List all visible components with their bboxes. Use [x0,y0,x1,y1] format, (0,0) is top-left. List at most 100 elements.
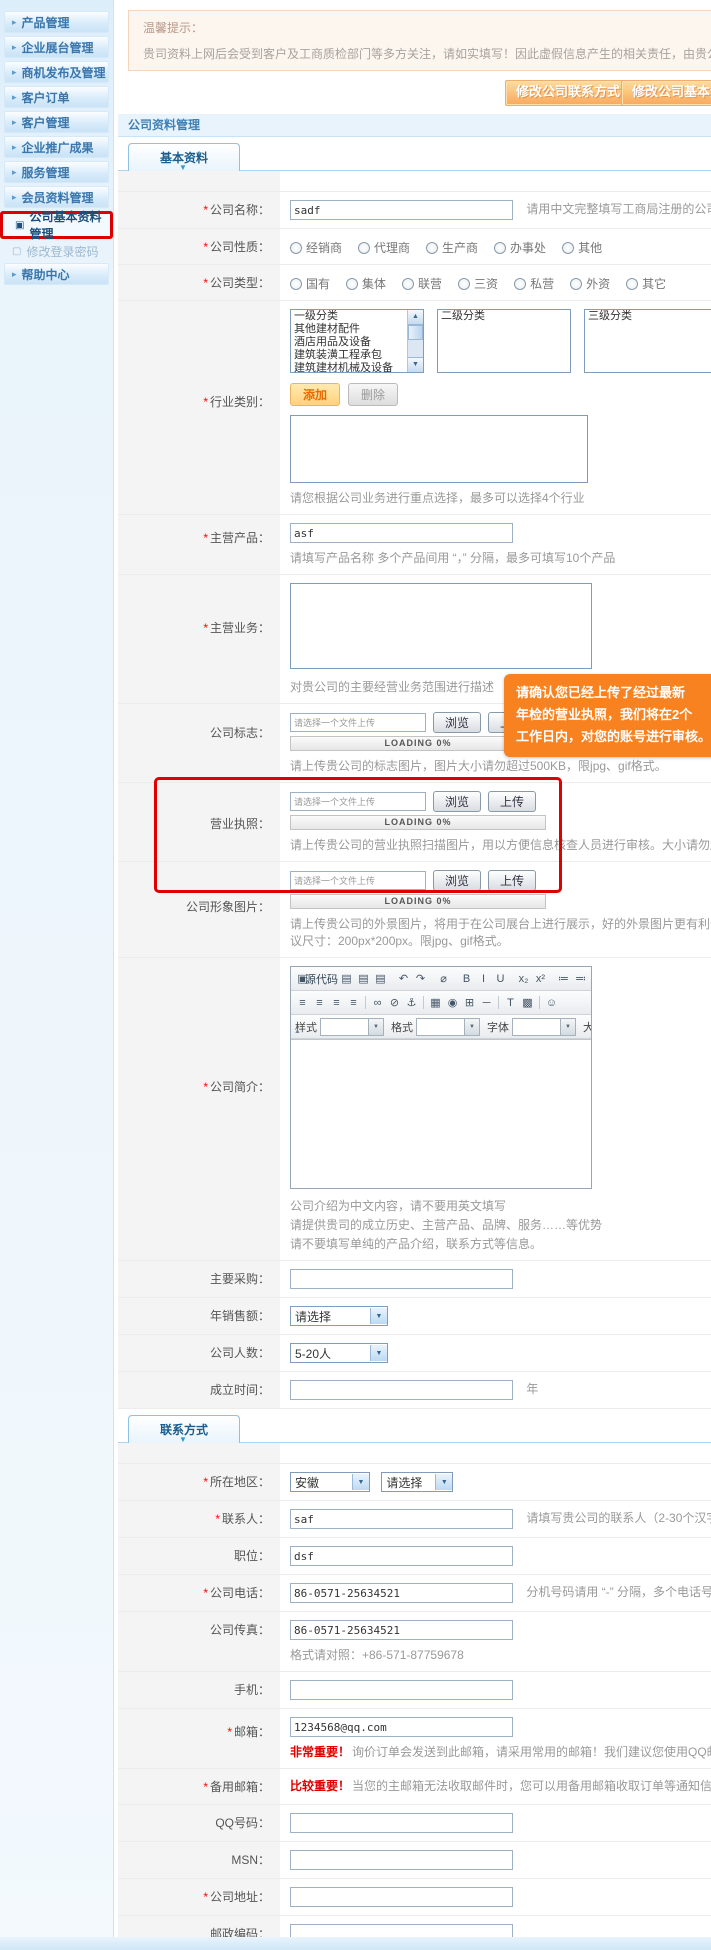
tab-basic-info[interactable]: 基本资料 ▼ [128,143,240,171]
main-products-input[interactable] [290,523,513,543]
paste-text-icon[interactable]: ▤ [373,971,388,987]
sidebar-item[interactable]: ▸商机发布及管理 [4,61,109,83]
company-type-option[interactable]: 其它 [626,275,666,292]
remove-format-icon[interactable]: ⌀ [436,971,451,987]
flash-icon[interactable]: ◉ [445,995,460,1011]
logo-file-input[interactable] [290,713,426,732]
smiley-icon[interactable]: ☺ [544,995,559,1011]
bold-icon[interactable]: B [459,971,474,987]
province-select[interactable]: 安徽▼ [290,1472,370,1492]
edit-contact-button[interactable]: 修改公司联系方式 [505,80,631,106]
numbered-list-icon[interactable]: ≔ [556,971,571,987]
list-option[interactable]: 酒店用品及设备 [291,336,423,349]
license-file-input[interactable] [290,792,426,811]
align-right-icon[interactable]: ≡ [329,995,344,1011]
sidebar-item[interactable]: ▸会员资料管理 [4,186,109,208]
format-select[interactable]: ▼ [416,1018,480,1036]
industry-level2-list[interactable]: 二级分类 [437,309,571,373]
annual-sales-select[interactable]: 请选择▼ [290,1306,388,1326]
logo-browse-button[interactable]: 浏览 [433,712,481,733]
source-label[interactable]: 源代码 [312,971,331,987]
image-file-input[interactable] [290,871,426,890]
redo-icon[interactable]: ↷ [413,971,428,987]
image-upload-button[interactable]: 上传 [488,870,536,891]
bullet-list-icon[interactable]: ≕ [573,971,588,987]
address-input[interactable] [290,1887,513,1907]
subscript-icon[interactable]: x₂ [516,971,531,987]
anchor-icon[interactable]: ⚓ [404,995,419,1011]
align-center-icon[interactable]: ≡ [312,995,327,1011]
table-icon[interactable]: ⊞ [462,995,477,1011]
list-option[interactable]: 其他建材配件 [291,323,423,336]
image-icon[interactable]: ▦ [428,995,443,1011]
background-color-icon[interactable]: ▩ [520,995,535,1011]
list-option[interactable]: 建筑建材机械及设备 [291,362,423,373]
position-input[interactable] [290,1546,513,1566]
main-business-textarea[interactable] [290,583,592,669]
sidebar-item[interactable]: ▸企业推广成果 [4,136,109,158]
text-color-icon[interactable]: T [503,995,518,1011]
company-nature-option[interactable]: 代理商 [358,239,410,256]
toolbar-collapse-icon[interactable]: ▲ [294,1028,301,1035]
link-icon[interactable]: ∞ [370,995,385,1011]
company-nature-option[interactable]: 经销商 [290,239,342,256]
msn-input[interactable] [290,1850,513,1870]
paste-word-icon[interactable]: ▤ [356,971,371,987]
add-button[interactable]: 添加 [290,383,340,406]
sidebar-item[interactable]: ▸帮助中心 [4,263,109,285]
company-type-option[interactable]: 国有 [290,275,330,292]
phone-input[interactable] [290,1583,513,1603]
qq-input[interactable] [290,1813,513,1833]
undo-icon[interactable]: ↶ [396,971,411,987]
list-option[interactable]: 二级分类 [438,310,570,323]
company-nature-option[interactable]: 其他 [562,239,602,256]
remove-button[interactable]: 删除 [348,383,398,406]
list-option[interactable]: 一级分类 [291,310,423,323]
horizontal-rule-icon[interactable]: ─ [479,995,494,1011]
company-name-input[interactable] [290,200,513,220]
editor-body[interactable]: ▲ [291,1039,591,1188]
industry-level3-list[interactable]: 三级分类 [584,309,711,373]
industry-level1-list[interactable]: 一级分类其他建材配件酒店用品及设备建筑装潢工程承包建筑建材机械及设备 ▲ ▼ [290,309,424,373]
sidebar-item[interactable]: ▸客户管理 [4,111,109,133]
italic-icon[interactable]: I [476,971,491,987]
sidebar-item-selected[interactable]: ▣公司基本资料管理 [9,216,106,234]
scroll-up-icon[interactable]: ▲ [408,310,423,325]
align-justify-icon[interactable]: ≡ [346,995,361,1011]
sidebar-item[interactable]: ▸客户订单 [4,86,109,108]
unlink-icon[interactable]: ⊘ [387,995,402,1011]
founded-input[interactable] [290,1380,513,1400]
paste-icon[interactable]: ▤ [339,971,354,987]
company-type-option[interactable]: 外资 [570,275,610,292]
contact-person-input[interactable] [290,1509,513,1529]
company-nature-option[interactable]: 办事处 [494,239,546,256]
scroll-thumb[interactable] [408,325,423,340]
scrollbar[interactable]: ▲ ▼ [407,310,423,372]
list-option[interactable]: 三级分类 [585,310,711,323]
sidebar-item-sub[interactable]: ▢修改登录密码 [6,242,109,260]
company-type-option[interactable]: 联营 [402,275,442,292]
style-select[interactable]: ▼ [320,1018,384,1036]
superscript-icon[interactable]: x² [533,971,548,987]
selected-industries-list[interactable] [290,415,588,483]
sidebar-item[interactable]: ▸服务管理 [4,161,109,183]
company-nature-option[interactable]: 生产商 [426,239,478,256]
fax-input[interactable] [290,1620,513,1640]
mobile-input[interactable] [290,1680,513,1700]
license-browse-button[interactable]: 浏览 [433,791,481,812]
sidebar-item[interactable]: ▸企业展台管理 [4,36,109,58]
company-size-select[interactable]: 5-20人▼ [290,1343,388,1363]
company-type-option[interactable]: 三资 [458,275,498,292]
scroll-down-icon[interactable]: ▼ [408,357,423,372]
align-left-icon[interactable]: ≡ [295,995,310,1011]
city-select[interactable]: 请选择▼ [381,1472,453,1492]
list-option[interactable]: 建筑装潢工程承包 [291,349,423,362]
edit-basic-button[interactable]: 修改公司基本资料 [621,80,711,106]
sidebar-item[interactable]: ▸产品管理 [4,11,109,33]
image-browse-button[interactable]: 浏览 [433,870,481,891]
main-purchase-input[interactable] [290,1269,513,1289]
company-type-option[interactable]: 集体 [346,275,386,292]
underline-icon[interactable]: U [493,971,508,987]
tab-contact-info[interactable]: 联系方式 ▼ [128,1415,240,1443]
license-upload-button[interactable]: 上传 [488,791,536,812]
